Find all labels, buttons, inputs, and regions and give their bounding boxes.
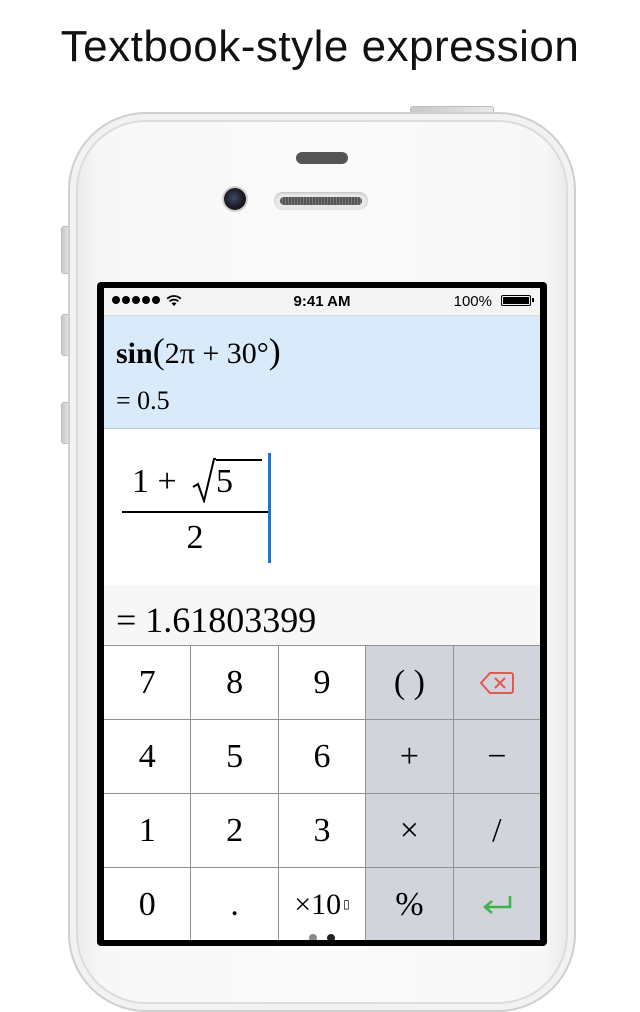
return-icon [482, 895, 512, 914]
key-parentheses[interactable]: ( ) [366, 646, 453, 719]
earpiece-speaker [274, 192, 368, 210]
history-close-paren: ) [268, 331, 281, 371]
battery-icon [501, 295, 534, 306]
proximity-sensor [296, 152, 348, 164]
key-3[interactable]: 3 [278, 794, 366, 867]
sqrt-icon [192, 458, 216, 503]
times-ten-label: ×10 [294, 887, 342, 921]
backspace-icon [479, 671, 514, 694]
key-times-ten-power[interactable]: ×10 ▯ [278, 868, 366, 940]
caption-title: Textbook-style expression [60, 22, 580, 71]
fraction-bar [122, 511, 268, 513]
result-value: = 1.61803399 [116, 600, 317, 640]
key-1[interactable]: 1 [104, 794, 191, 867]
key-7[interactable]: 7 [104, 646, 191, 719]
text-cursor [268, 453, 271, 563]
key-5[interactable]: 5 [191, 720, 278, 793]
page-indicator [104, 932, 540, 940]
key-9[interactable]: 9 [278, 646, 366, 719]
status-bar: 9:41 AM 100% [104, 288, 540, 316]
key-minus[interactable]: − [453, 720, 540, 793]
page-dot-active[interactable] [327, 934, 335, 940]
key-8[interactable]: 8 [191, 646, 278, 719]
key-2[interactable]: 2 [191, 794, 278, 867]
front-camera [224, 188, 246, 210]
fraction-denominator: 2 [186, 519, 204, 556]
history-open-paren: ( [152, 331, 165, 371]
sqrt-radicand: 5 [216, 463, 233, 500]
history-result: = 0.5 [116, 386, 170, 415]
battery-percent: 100% [453, 293, 492, 310]
history-expression: sin(2π + 30°) [116, 330, 281, 372]
key-divide[interactable]: / [453, 794, 540, 867]
page-dot[interactable] [309, 934, 317, 940]
keypad: 7 8 9 ( ) 4 5 6 + − 1 2 3 × / 0 . ×10 ▯ % [104, 645, 540, 940]
app-display: 9:41 AM 100% sin(2π + 30°) = 0.5 1 + 5 2… [104, 288, 540, 940]
key-decimal[interactable]: . [191, 868, 278, 940]
key-4[interactable]: 4 [104, 720, 191, 793]
key-plus[interactable]: + [366, 720, 453, 793]
exponent-placeholder-icon: ▯ [343, 897, 350, 911]
history-arguments: 2π + 30° [164, 337, 269, 370]
history-entry[interactable]: sin(2π + 30°) = 0.5 [104, 316, 540, 429]
key-backspace[interactable] [453, 646, 540, 719]
history-function: sin [116, 337, 153, 370]
expression-editor[interactable]: 1 + 5 2 [104, 429, 540, 585]
result-display: = 1.61803399 [104, 585, 540, 645]
key-0[interactable]: 0 [104, 868, 191, 940]
key-6[interactable]: 6 [278, 720, 366, 793]
key-multiply[interactable]: × [366, 794, 453, 867]
fraction-numerator: 1 + [132, 463, 177, 500]
sqrt-overline [216, 459, 262, 461]
key-percent[interactable]: % [366, 868, 453, 940]
key-enter[interactable] [453, 868, 540, 940]
